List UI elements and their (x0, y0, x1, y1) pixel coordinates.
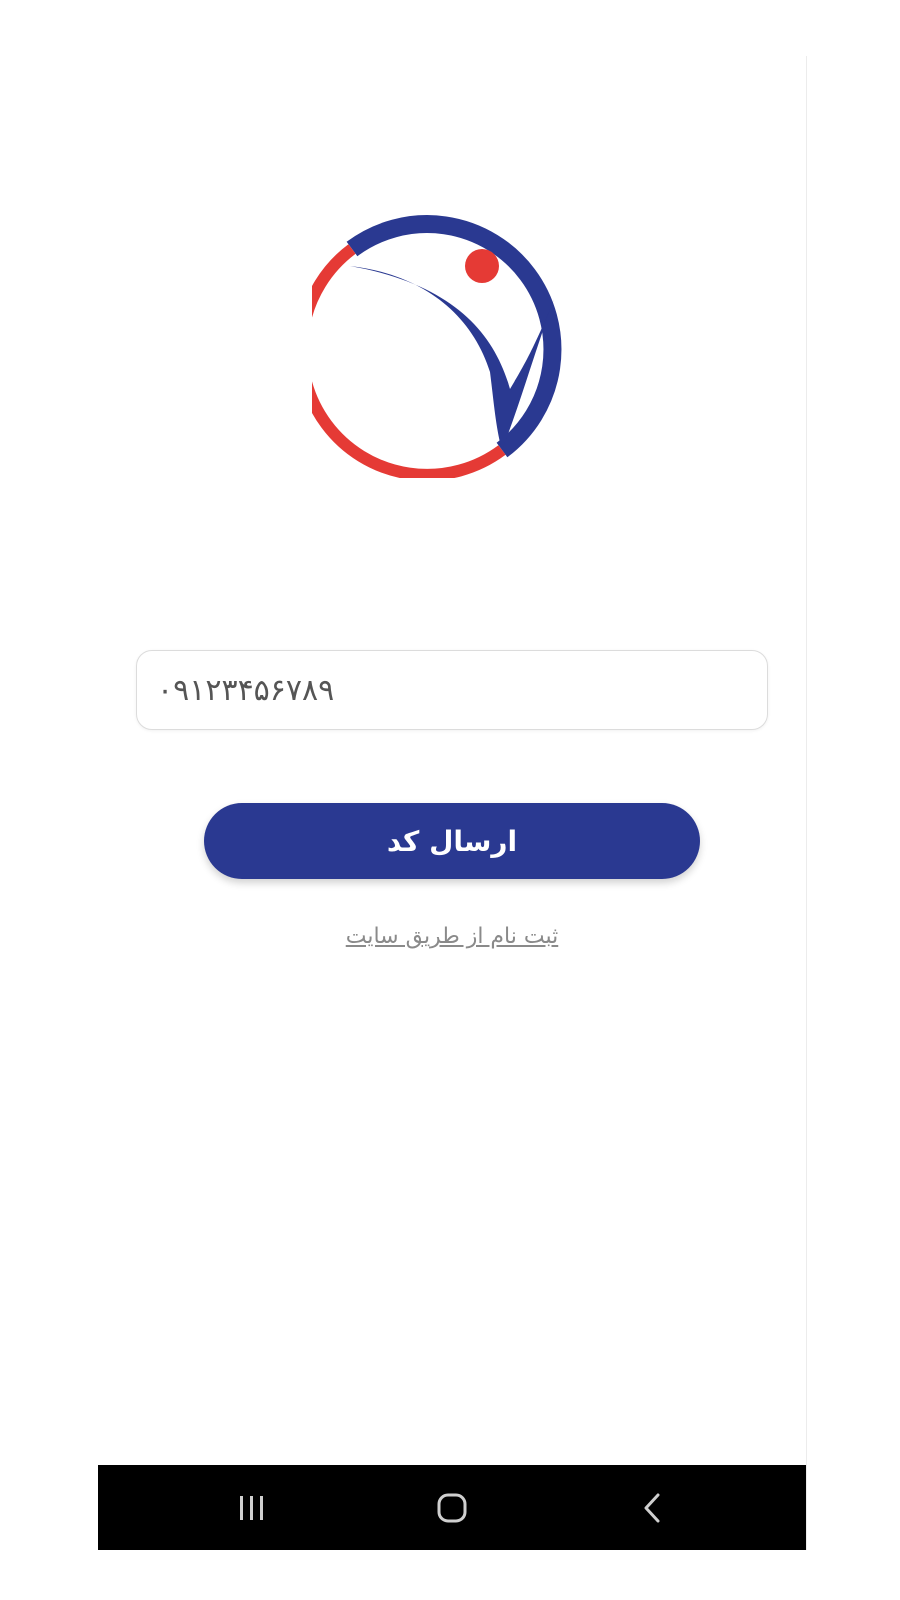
back-button[interactable] (592, 1465, 712, 1550)
send-code-button[interactable]: ارسال کد (204, 803, 700, 879)
app-screen: ارسال کد ثبت نام از طریق سایت (98, 56, 807, 1550)
system-navigation-bar (98, 1465, 806, 1550)
home-button[interactable] (392, 1465, 512, 1550)
logo-icon (312, 204, 586, 478)
register-via-site-link[interactable]: ثبت نام از طریق سایت (98, 924, 806, 949)
recent-apps-icon (237, 1494, 267, 1522)
phone-number-input[interactable] (136, 650, 768, 730)
home-icon (436, 1492, 468, 1524)
recent-apps-button[interactable] (192, 1465, 312, 1550)
back-icon (641, 1492, 663, 1524)
